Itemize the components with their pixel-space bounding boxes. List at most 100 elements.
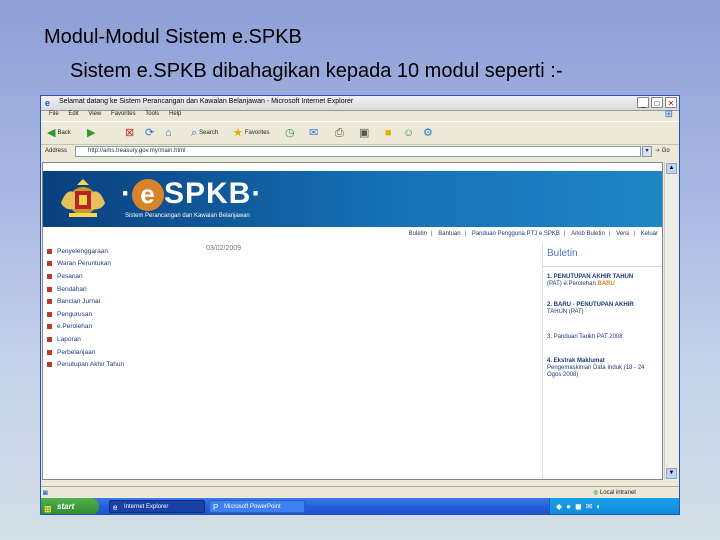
menu-item-bendahari[interactable]: Bendahari: [47, 283, 197, 296]
buletin-item[interactable]: 2. BARU - PENUTUPAN AKHIR TAHUN (PAT): [547, 302, 659, 316]
buletin-panel: Buletin 1. PENUTUPAN AKHIR TAHUN (PAT) e…: [542, 244, 662, 479]
stop-icon: ⊠: [125, 126, 135, 139]
menu-file[interactable]: File: [49, 111, 59, 117]
history-icon: ◷: [285, 126, 295, 139]
taskbar: ⊞ start e Internet Explorer P Microsoft …: [41, 498, 679, 514]
menu-item-penyelenggaraan[interactable]: Penyelenggaraan: [47, 245, 197, 258]
start-button[interactable]: ⊞ start: [41, 498, 99, 514]
menu-item-bancian-jurnal[interactable]: Bancian Jurnal: [47, 295, 197, 308]
address-label: Address: [45, 148, 68, 154]
buletin-item[interactable]: 4. Ekstrak Maklumat Pengemaskinian Data …: [547, 358, 659, 379]
go-button[interactable]: ➔ Go: [655, 147, 670, 154]
menu-edit[interactable]: Edit: [68, 111, 78, 117]
site-tagline: Sistem Perancangan dan Kawalan Belanjawa…: [125, 213, 250, 219]
bullet-icon: [47, 273, 52, 279]
vertical-scrollbar[interactable]: ▲ ▼: [664, 162, 678, 480]
bullet-icon: [47, 261, 52, 267]
taskbar-item-internet-explorer[interactable]: e Internet Explorer: [109, 500, 205, 513]
messenger-button[interactable]: ☺: [403, 126, 414, 140]
nav-bantuan[interactable]: Bantuan: [438, 231, 460, 237]
status-bar: ◙ ◍ Local intranet: [41, 486, 679, 498]
edit-icon: ▣: [359, 126, 370, 139]
taskbar-item-powerpoint[interactable]: P Microsoft PowerPoint: [209, 500, 305, 513]
bullet-icon: [47, 286, 52, 292]
refresh-icon: ⟳: [145, 126, 155, 139]
security-zone: ◍ Local intranet: [593, 490, 636, 496]
favorites-star-icon: ★: [233, 126, 243, 139]
window-titlebar[interactable]: e Selamat datang ke Sistem Perancangan d…: [41, 96, 679, 111]
menu-favorites[interactable]: Favorites: [111, 111, 136, 117]
menu-item-pengurusan[interactable]: Pengurusan: [47, 308, 197, 321]
back-arrow-icon: ◀: [47, 126, 56, 139]
buletin-divider: [543, 266, 662, 267]
nav-versi[interactable]: Versi: [616, 231, 629, 237]
address-input[interactable]: http://ams.treasury.gov.my/main.html: [75, 146, 641, 157]
internet-explorer-icon: e: [45, 98, 51, 108]
coat-of-arms-icon: [61, 179, 105, 217]
buletin-item[interactable]: 3. Panduan Tarikh PAT 2008: [547, 334, 659, 341]
bullet-icon: [47, 324, 52, 330]
stop-button[interactable]: ⊠: [125, 126, 134, 140]
minimize-button[interactable]: _: [637, 97, 649, 108]
research-icon: ⚙: [423, 126, 433, 139]
forward-button[interactable]: ▶: [87, 126, 95, 140]
maximize-button[interactable]: □: [651, 97, 663, 108]
history-button[interactable]: ◷: [285, 126, 295, 140]
system-tray: ◆●◼✉◐: [549, 498, 679, 514]
menu-item-laporan[interactable]: Laporan: [47, 333, 197, 346]
page-done-icon: ◙: [43, 488, 48, 497]
site-nav: Buletin | Bantuan | Panduan Pengguna PTJ e…: [408, 231, 658, 237]
discuss-button[interactable]: ■: [385, 126, 392, 140]
go-arrow-icon: ➔: [655, 148, 661, 154]
address-dropdown[interactable]: ▾: [642, 146, 652, 157]
toolbar: ◀ Back ▶ ⊠ ⟳ ⌂ ⌕ Search ★ Favorites ◷ ✉: [41, 121, 679, 145]
menu-item-eperolehan[interactable]: e.Perolehan: [47, 321, 197, 334]
window-title: Selamat datang ke Sistem Perancangan dan…: [59, 98, 354, 105]
home-button[interactable]: ⌂: [165, 126, 172, 140]
bullet-icon: [47, 299, 52, 305]
current-date: 03/02/2009: [206, 245, 242, 252]
nav-panduan[interactable]: Panduan Pengguna PTJ e.SPKB: [472, 231, 560, 237]
mail-icon: ✉: [309, 126, 319, 139]
browser-window: e Selamat datang ke Sistem Perancangan d…: [40, 95, 680, 515]
scroll-up-icon[interactable]: ▲: [666, 163, 677, 174]
menu-tools[interactable]: Tools: [145, 111, 159, 117]
menu-item-penutupan-akhir-tahun[interactable]: Penutupan Akhir Tahun: [47, 358, 197, 371]
menu-view[interactable]: View: [88, 111, 101, 117]
slide-title: Modul-Modul Sistem e.SPKB: [44, 26, 302, 48]
site-banner: · e SPKB· Sistem Perancangan dan Kawalan B…: [43, 171, 662, 227]
favorites-button[interactable]: ★ Favorites: [233, 126, 270, 140]
print-button[interactable]: ⎙: [335, 126, 344, 140]
menu-item-waran-peruntukan[interactable]: Waran Peruntukan: [47, 258, 197, 271]
tray-icons[interactable]: ◆●◼✉◐: [556, 502, 605, 511]
back-button[interactable]: ◀ Back: [47, 126, 71, 140]
close-button[interactable]: ✕: [665, 97, 677, 108]
folder-icon: ■: [385, 126, 392, 139]
bullet-icon: [47, 349, 52, 355]
buletin-item[interactable]: 1. PENUTUPAN AKHIR TAHUN (PAT) e.Peroleh…: [547, 274, 659, 288]
powerpoint-icon: P: [213, 503, 219, 512]
mail-button[interactable]: ✉: [309, 126, 318, 140]
page-viewport: · e SPKB· Sistem Perancangan dan Kawalan B…: [42, 162, 663, 480]
nav-keluar[interactable]: Keluar: [641, 231, 658, 237]
forward-arrow-icon: ▶: [87, 126, 96, 139]
home-icon: ⌂: [165, 126, 172, 139]
menu-item-pesanan[interactable]: Pesanan: [47, 270, 197, 283]
research-button[interactable]: ⚙: [423, 126, 433, 140]
bullet-icon: [47, 248, 52, 254]
bullet-icon: [47, 362, 52, 368]
windows-flag-icon: ⊞: [44, 504, 52, 514]
search-button[interactable]: ⌕ Search: [191, 126, 218, 140]
menu-help[interactable]: Help: [169, 111, 181, 117]
internet-explorer-icon: e: [113, 503, 118, 512]
scroll-down-icon[interactable]: ▼: [666, 468, 677, 479]
new-badge: BARU: [597, 281, 615, 287]
messenger-icon: ☺: [403, 126, 415, 139]
refresh-button[interactable]: ⟳: [145, 126, 154, 140]
buletin-heading: Buletin: [547, 248, 578, 259]
search-icon: ⌕: [191, 126, 198, 139]
nav-buletin[interactable]: Buletin: [409, 231, 427, 237]
menu-item-perbelanjaan[interactable]: Perbelanjaan: [47, 346, 197, 359]
edit-button[interactable]: ▣: [359, 126, 369, 140]
nav-arkib-buletin[interactable]: Arkib Buletin: [571, 231, 605, 237]
